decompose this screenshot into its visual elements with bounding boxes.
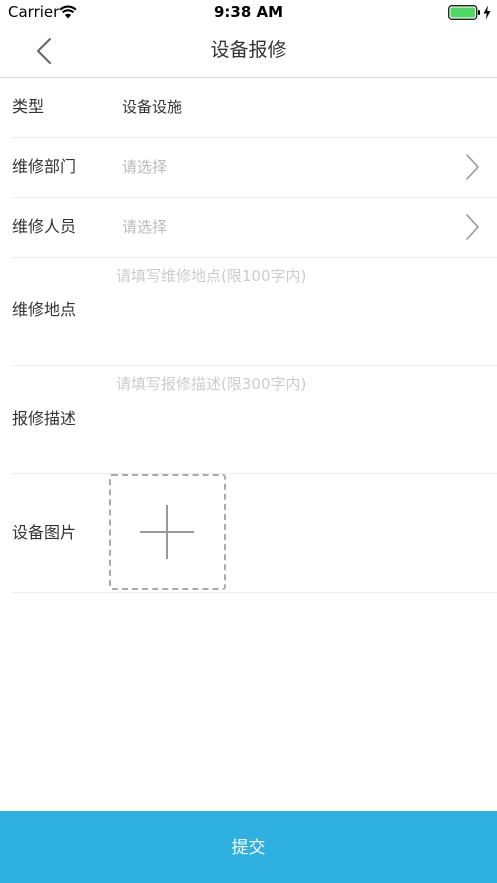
images-label: 设备图片 [12,523,77,542]
page-title: 设备报修 [210,39,287,61]
chevron-right-icon [466,214,479,240]
location-input[interactable] [112,265,495,357]
form-row-images: 设备图片 [0,474,497,593]
personnel-label: 维修人员 [12,217,77,236]
plus-icon [140,505,194,559]
divider [12,592,497,593]
battery-icon [448,5,480,20]
chevron-right-icon [466,154,479,180]
type-value: 设备设施 [122,98,183,116]
description-label: 报修描述 [12,409,77,428]
clock: 9:38 AM [213,3,284,21]
charging-icon [483,5,491,20]
department-label: 维修部门 [12,157,77,176]
nav-bar: 设备报修 [0,24,497,78]
location-label: 维修地点 [12,300,77,319]
screen: Carrier 9:38 AM 设备报修 类型 设备设施 维修部门 请选择 维修… [0,0,497,883]
form-row-location: 维修地点 [0,258,497,365]
description-input[interactable] [112,373,495,465]
department-selector[interactable]: 维修部门 请选择 [0,138,497,197]
department-placeholder: 请选择 [122,158,168,176]
form-row-type: 类型 设备设施 [0,78,497,137]
submit-button[interactable]: 提交 [0,811,497,883]
type-label: 类型 [12,97,45,116]
status-bar: Carrier 9:38 AM [0,0,497,24]
personnel-placeholder: 请选择 [122,218,168,236]
form-row-description: 报修描述 [0,366,497,473]
add-image-button[interactable] [109,474,226,590]
personnel-selector[interactable]: 维修人员 请选择 [0,198,497,257]
